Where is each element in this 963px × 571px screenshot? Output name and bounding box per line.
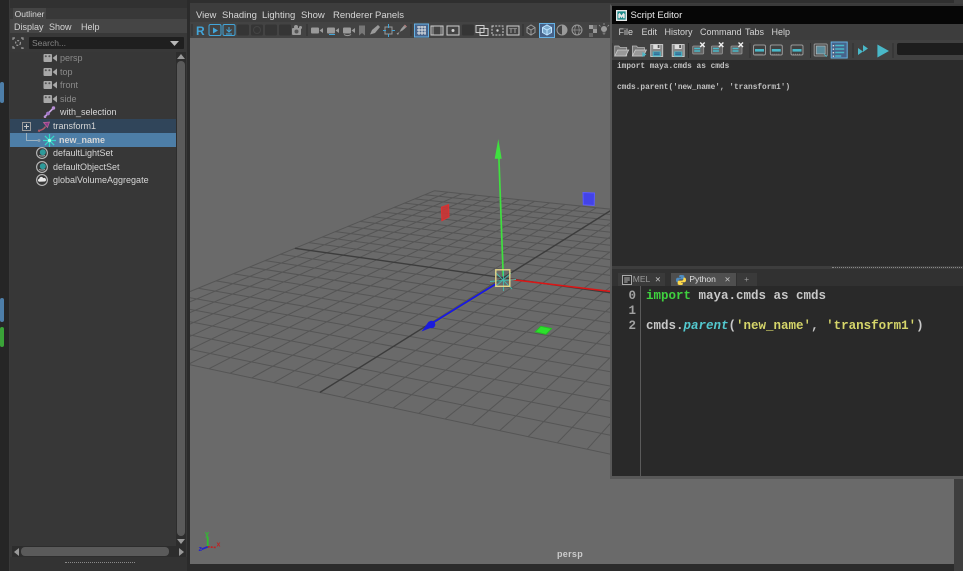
svg-text:z: z [199, 546, 203, 553]
svg-text:TT: TT [509, 28, 517, 35]
svg-text:R: R [196, 24, 205, 38]
svg-text:x: x [217, 542, 221, 549]
svg-text:y: y [205, 531, 209, 538]
